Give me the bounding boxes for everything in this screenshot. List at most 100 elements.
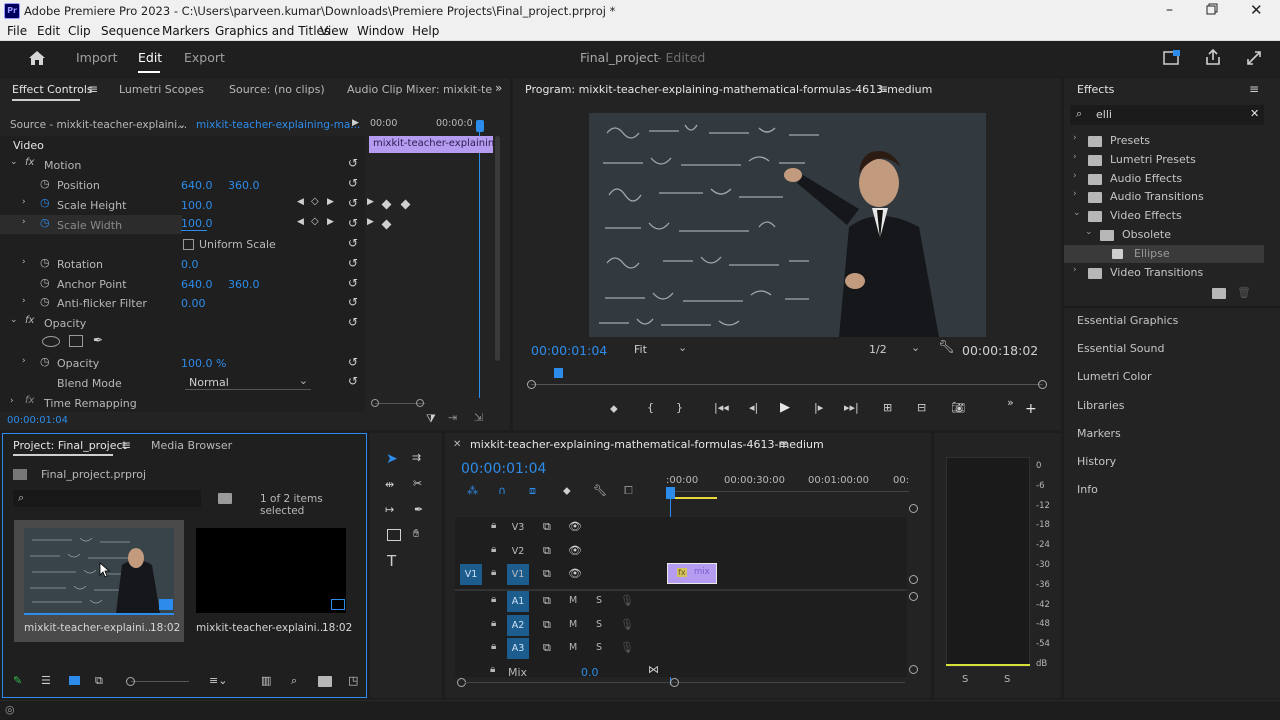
track-label-a2[interactable]: A2 [507, 614, 529, 636]
fx-icon[interactable]: fx [25, 157, 34, 168]
solo-button[interactable]: S [596, 619, 602, 630]
opacity-reset-icon[interactable]: ↺ [348, 355, 358, 369]
antiflicker-stopwatch-icon[interactable]: ◷ [40, 295, 50, 308]
menu-window[interactable]: Window [357, 24, 404, 38]
scrubber-start-handle[interactable] [527, 380, 536, 389]
program-timecode[interactable]: 00:00:01:04 [531, 343, 607, 358]
share-icon[interactable] [1205, 48, 1221, 69]
media-item-1[interactable]: mixkit-teacher-explaini... 18:02 [14, 520, 184, 642]
rotation-expand-icon[interactable]: › [22, 257, 26, 267]
ellipse-mask-icon[interactable] [42, 336, 60, 347]
solo-button[interactable]: S [596, 642, 602, 653]
effects-search-field[interactable]: ⌕ elli ✕ [1070, 105, 1264, 125]
position-stopwatch-icon[interactable]: ◷ [40, 177, 50, 190]
track-select-tool-icon[interactable]: ⇉ [412, 451, 421, 464]
tab-effect-controls[interactable]: Effect Controls [12, 83, 93, 96]
pen-mask-icon[interactable]: ✒ [93, 333, 103, 347]
motion-reset-icon[interactable]: ↺ [348, 156, 358, 170]
scale-width-add-key-icon[interactable]: ◇ [311, 216, 319, 227]
project-search-field[interactable]: ⌕ [13, 490, 201, 507]
snap-icon[interactable]: ∩ [498, 484, 506, 497]
motion-chevron-icon[interactable]: ⌄ [10, 157, 18, 167]
position-x[interactable]: 640.0 [181, 179, 213, 192]
scale-height-value[interactable]: 100.0 [181, 199, 213, 212]
home-icon[interactable] [28, 50, 46, 69]
opacity-stopwatch-icon[interactable]: ◷ [40, 355, 50, 368]
uniform-scale-reset-icon[interactable]: ↺ [348, 236, 358, 250]
tab-lumetri-scopes[interactable]: Lumetri Scopes [119, 83, 204, 96]
mark-out-icon[interactable]: } [676, 401, 683, 414]
linked-selection-icon[interactable]: ⧈ [529, 484, 536, 498]
pen-tool-icon[interactable]: ✒ [414, 503, 423, 516]
panel-link-lumetri-color[interactable]: Lumetri Color [1077, 370, 1152, 383]
track-label-a3[interactable]: A3 [507, 638, 529, 659]
scale-height-next-key-icon[interactable]: ▶ [327, 197, 334, 207]
play-only-icon[interactable]: ▶ [352, 118, 359, 128]
media-item-2[interactable]: mixkit-teacher-explaini... 18:02 [186, 520, 356, 642]
delete-icon[interactable]: 🗑︎ [1237, 286, 1251, 299]
a-scroll-bottom[interactable] [909, 665, 918, 674]
scale-height-stopwatch-icon[interactable]: ◷ [40, 196, 50, 209]
ec-scrollbar[interactable] [495, 136, 500, 361]
automate-icon[interactable]: ▥ [261, 674, 271, 687]
a-scroll-top[interactable] [909, 592, 918, 601]
opacity-chevron-icon[interactable]: ⌄ [10, 315, 18, 325]
selection-tool-icon[interactable]: ➤ [386, 451, 398, 467]
tab-edit[interactable]: Edit [138, 50, 162, 65]
eye-icon[interactable]: 👁︎ [568, 567, 582, 580]
position-y[interactable]: 360.0 [228, 179, 260, 192]
solo-button[interactable]: S [596, 595, 602, 606]
effects-tree-item[interactable]: Ellipse [1064, 244, 1264, 263]
timeline-settings-icon[interactable]: 🔧︎ [593, 484, 607, 497]
panel-link-markers[interactable]: Markers [1077, 427, 1121, 440]
add-marker-icon[interactable]: ⬥ [610, 402, 618, 416]
mini-playhead[interactable] [476, 120, 484, 132]
list-view-icon[interactable]: ☰ [41, 674, 51, 687]
tab-source[interactable]: Source: (no clips) [229, 83, 325, 96]
clear-search-icon[interactable]: ✕ [1250, 107, 1259, 120]
program-video-frame[interactable] [589, 113, 986, 337]
lift-icon[interactable]: ⊞ [883, 401, 892, 414]
minimize-icon[interactable]: – [1166, 2, 1180, 18]
sync-lock-icon[interactable]: ⧉ [543, 594, 551, 608]
solo-left[interactable]: S [962, 674, 968, 685]
sequence-menu-icon[interactable]: ≡ [778, 437, 788, 451]
sequence-timecode[interactable]: 00:00:01:04 [461, 461, 546, 477]
sort-icon[interactable]: ≡⌄ [209, 674, 227, 687]
effects-tree-item[interactable]: › Audio Effects [1064, 170, 1264, 188]
voiceover-icon[interactable]: 🎙︎ [620, 618, 634, 631]
anchor-y[interactable]: 360.0 [228, 278, 260, 291]
effects-tree-item[interactable]: › Video Transitions [1064, 264, 1264, 282]
eye-icon[interactable]: 👁︎ [568, 544, 582, 557]
tab-media-browser[interactable]: Media Browser [151, 439, 232, 452]
ec-settings-icon[interactable]: ⇲ [474, 411, 483, 424]
menu-sequence[interactable]: Sequence [101, 24, 160, 38]
sync-lock-icon[interactable]: ⧉ [543, 641, 551, 655]
rotation-stopwatch-icon[interactable]: ◷ [40, 256, 50, 269]
wrench-icon[interactable]: 🔧︎ [938, 340, 955, 355]
antiflicker-expand-icon[interactable]: › [22, 296, 26, 306]
anchor-stopwatch-icon[interactable]: ◷ [40, 276, 50, 289]
close-sequence-icon[interactable]: ✕ [453, 439, 461, 450]
scale-width-prev-key-icon[interactable]: ◀ [297, 217, 304, 227]
rectangle-tool-icon[interactable] [387, 529, 401, 541]
scrubber-playhead[interactable] [554, 368, 563, 378]
write-protect-icon[interactable]: ✎ [13, 674, 22, 687]
opacity-value[interactable]: 100.0 % [181, 357, 226, 370]
menu-markers[interactable]: Markers [162, 24, 210, 38]
restore-icon[interactable] [1206, 3, 1220, 17]
lock-icon[interactable]: 🔒︎ [491, 567, 496, 578]
keyframe[interactable] [381, 199, 392, 210]
voiceover-icon[interactable]: 🎙︎ [620, 641, 634, 654]
add-marker-icon[interactable]: ⬥ [563, 484, 571, 498]
slip-tool-icon[interactable]: ↦ [385, 503, 394, 516]
tab-import[interactable]: Import [76, 50, 118, 65]
lock-icon[interactable]: 🔒︎ [491, 520, 496, 531]
track-label-a1[interactable]: A1 [507, 591, 529, 612]
scale-width-value[interactable]: 100.0 [181, 217, 213, 231]
clip-bar[interactable]: mixkit-teacher-explaining [369, 136, 493, 153]
panel-menu-icon[interactable]: ≡ [88, 82, 98, 96]
scrubber-end-handle[interactable] [1038, 380, 1047, 389]
more-tabs-icon[interactable]: » [495, 81, 502, 95]
track-label-v1[interactable]: V1 [507, 564, 529, 585]
